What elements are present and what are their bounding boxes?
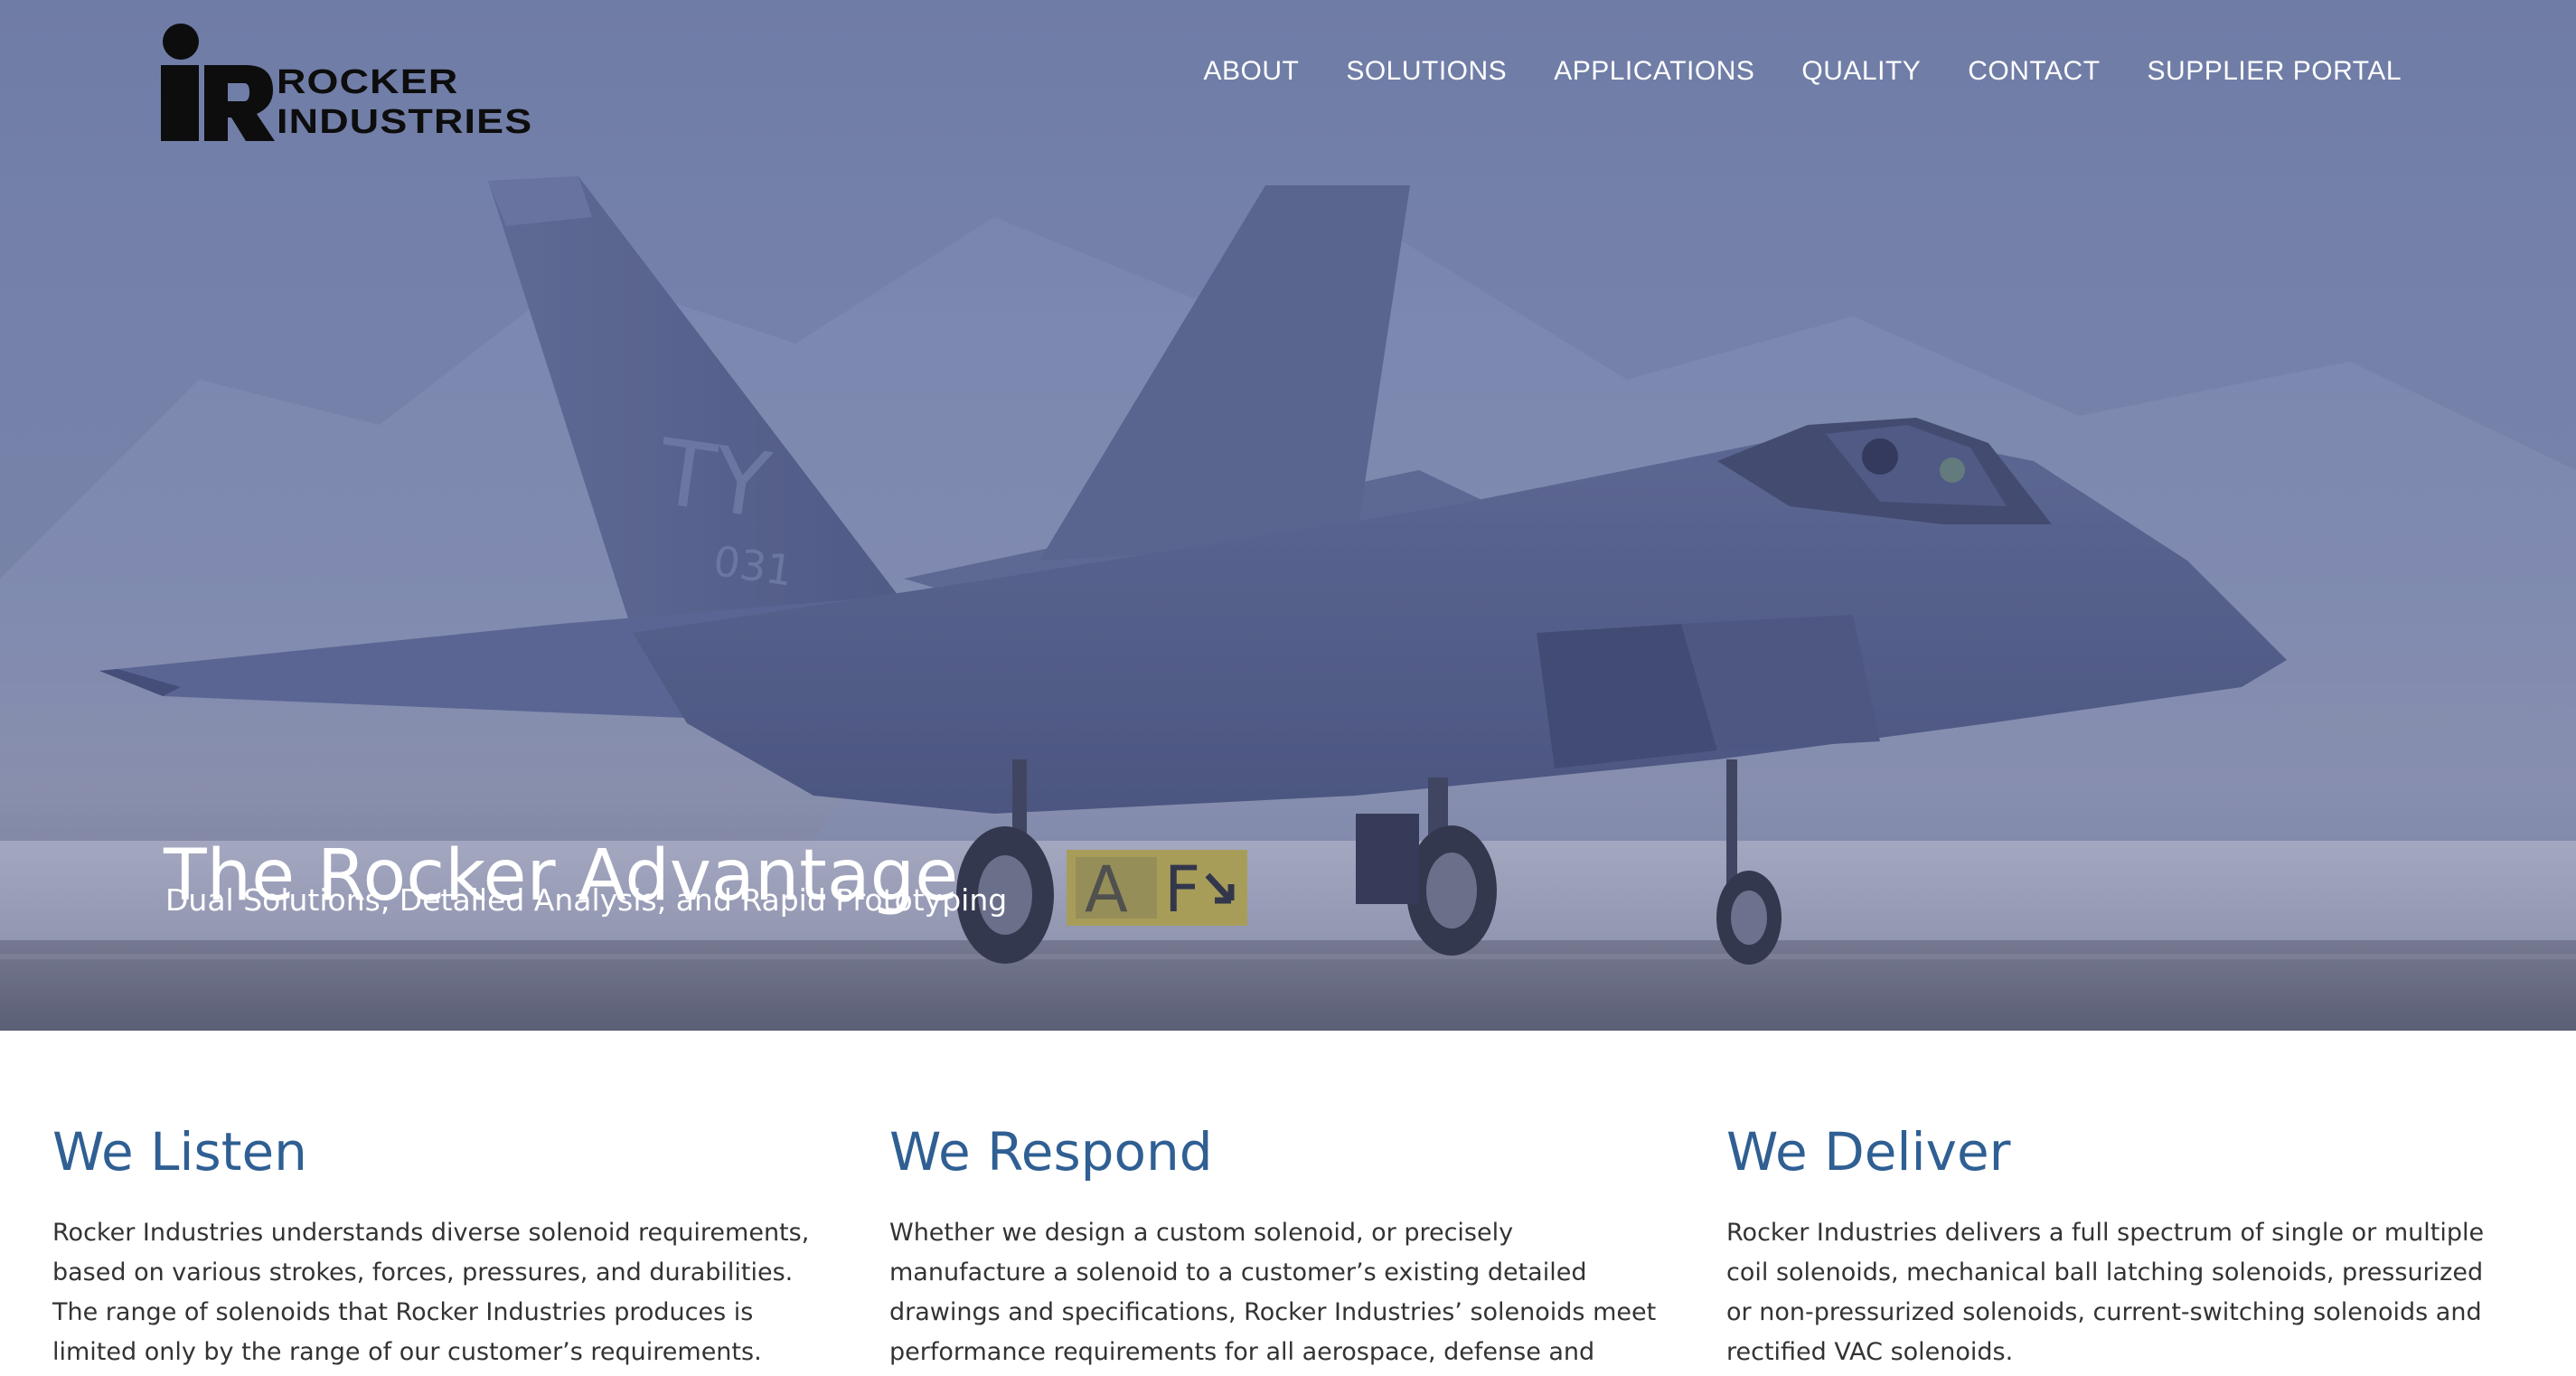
column-body: Rocker Industries delivers a full spectr… xyxy=(1726,1219,2485,1366)
column-body: Whether we design a custom solenoid, or … xyxy=(889,1219,1657,1366)
nav-supplier-portal[interactable]: SUPPLIER PORTAL xyxy=(2148,56,2402,87)
nav-solutions[interactable]: SOLUTIONS xyxy=(1346,56,1507,87)
nav-quality[interactable]: QUALITY xyxy=(1801,56,1921,87)
nav-about[interactable]: ABOUT xyxy=(1203,56,1299,87)
page: F A TY 031 ROCKER INDUSTRIES ABOUT SOLUT… xyxy=(0,0,2576,1376)
hero-subtitle: Dual Solutions, Detailed Analysis, and R… xyxy=(165,882,1008,918)
logo-ir-mark-icon xyxy=(161,24,275,141)
nav-contact[interactable]: CONTACT xyxy=(1968,56,2100,87)
tail-code: TY xyxy=(651,419,776,539)
site-logo[interactable]: ROCKER INDUSTRIES xyxy=(159,24,575,141)
main-nav: ABOUT SOLUTIONS APPLICATIONS QUALITY CON… xyxy=(1203,56,2402,87)
column-we-respond: We Respond Whether we design a custom so… xyxy=(889,1121,1674,1376)
logo-wordmark-line2: INDUSTRIES xyxy=(277,103,533,141)
hero-banner: F A TY 031 ROCKER INDUSTRIES ABOUT SOLUT… xyxy=(0,0,2576,1031)
column-we-deliver: We Deliver Rocker Industries delivers a … xyxy=(1726,1121,2511,1376)
column-we-listen: We Listen Rocker Industries understands … xyxy=(52,1121,837,1376)
logo-wordmark-line1: ROCKER xyxy=(277,63,459,101)
column-heading: We Respond xyxy=(889,1121,1213,1183)
column-heading: We Listen xyxy=(52,1121,307,1183)
svg-text:A: A xyxy=(1085,853,1128,927)
nav-applications[interactable]: APPLICATIONS xyxy=(1554,56,1754,87)
runway-sign: F A xyxy=(1067,850,1247,927)
value-columns: We Listen Rocker Industries understands … xyxy=(52,1121,2556,1376)
column-heading: We Deliver xyxy=(1726,1121,2011,1183)
column-body: Rocker Industries understands diverse so… xyxy=(52,1219,810,1366)
runway-sign-letter: F xyxy=(1164,853,1200,927)
